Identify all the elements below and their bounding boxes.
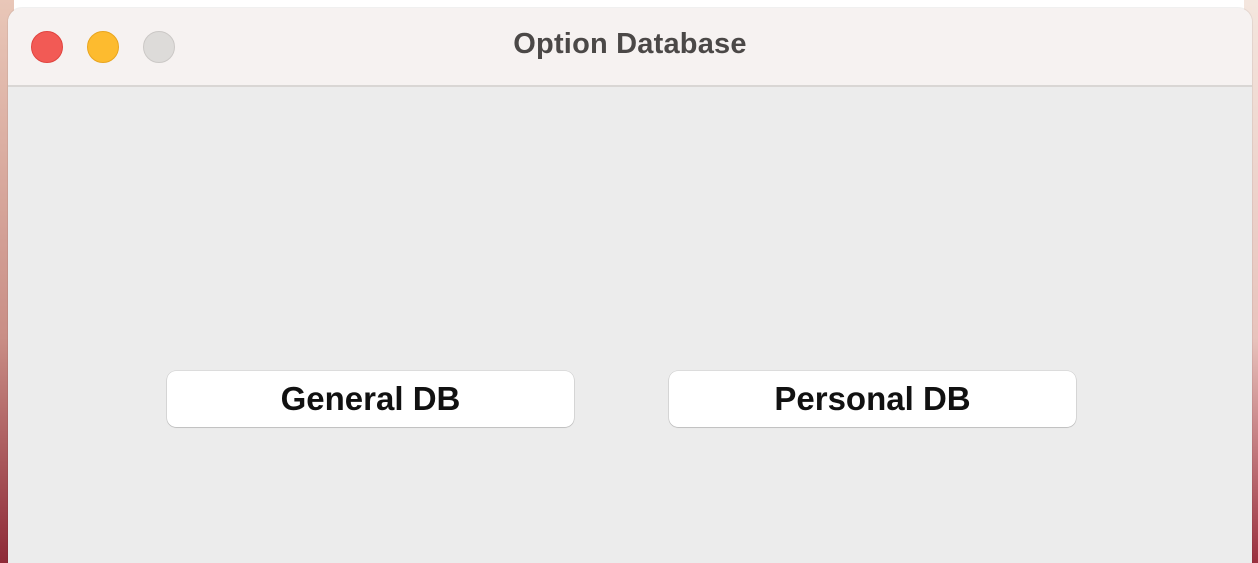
general-db-button[interactable]: General DB xyxy=(167,371,574,427)
window-content: General DB Personal DB xyxy=(8,87,1252,563)
title-bar[interactable]: Option Database xyxy=(8,8,1252,87)
desktop: Option Database General DB Personal DB xyxy=(0,0,1258,563)
window-title: Option Database xyxy=(513,28,747,60)
option-database-window: Option Database General DB Personal DB xyxy=(8,8,1252,563)
personal-db-button[interactable]: Personal DB xyxy=(669,371,1076,427)
